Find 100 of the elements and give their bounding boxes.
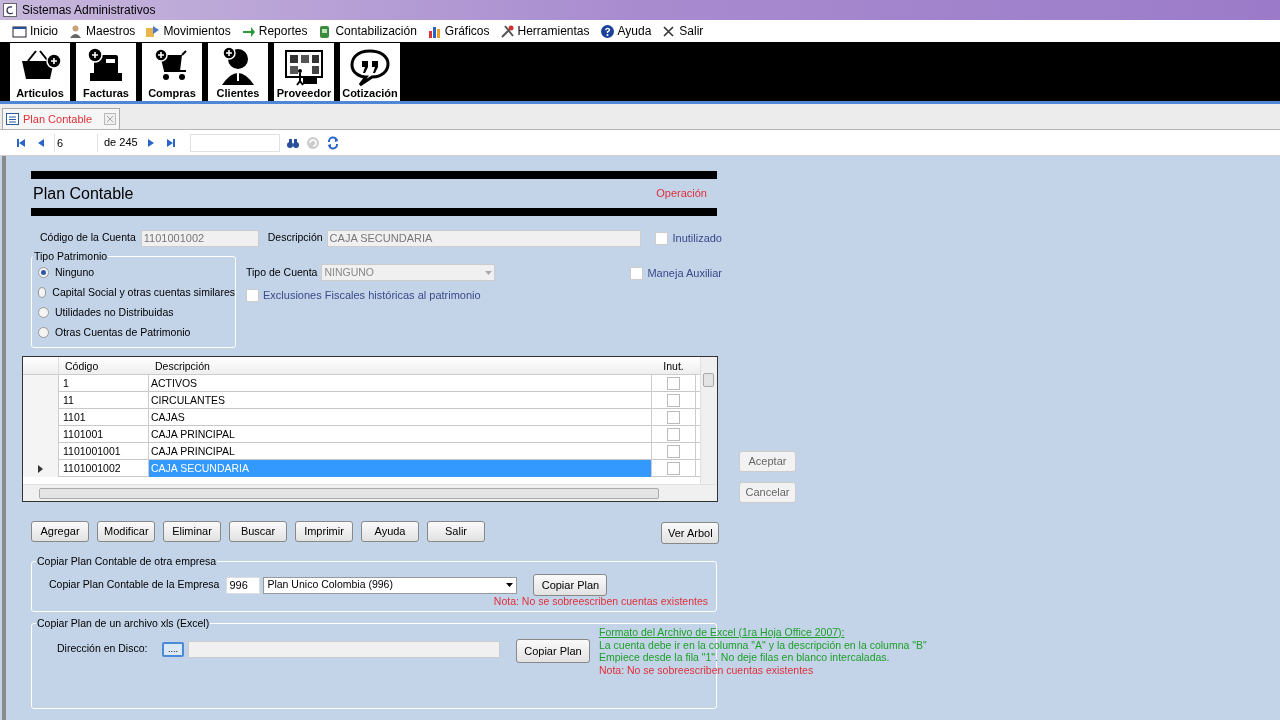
help-icon <box>599 23 615 39</box>
radio-label: Otras Cuentas de Patrimonio <box>55 324 191 340</box>
tab[interactable]: Plan Contable <box>2 108 121 129</box>
row-header[interactable] <box>23 460 59 477</box>
menu-item[interactable]: Maestros <box>68 22 136 40</box>
field-label: Copiar Plan Contable de la Empresa <box>49 577 220 593</box>
position-field[interactable]: 6 <box>54 133 98 152</box>
checkbox[interactable] <box>667 445 680 458</box>
person-icon <box>68 23 83 39</box>
menu-item[interactable]: Movimientos <box>145 22 231 40</box>
action-button[interactable]: Imprimir <box>295 520 353 542</box>
table-cell: 1101 <box>59 409 149 426</box>
radio-label: Ninguno <box>55 264 95 280</box>
column-header: Descripción <box>154 359 211 374</box>
note-text: Nota: No se sobreescriben cuentas existentes <box>493 594 708 610</box>
checkbox[interactable] <box>630 266 644 280</box>
radio-button[interactable] <box>38 327 49 338</box>
table-cell-text: ACTIVOS <box>150 376 199 391</box>
checkbox[interactable] <box>667 428 680 441</box>
action-button[interactable]: Modificar <box>97 520 155 542</box>
menu-item[interactable]: Ayuda <box>599 22 652 40</box>
checkbox[interactable] <box>655 231 669 245</box>
horizontal-scrollbar[interactable] <box>23 484 717 501</box>
action-button[interactable]: Agregar <box>31 520 89 542</box>
window-icon <box>12 23 27 39</box>
radio-button[interactable] <box>38 267 49 278</box>
checkbox-label: Exclusiones Fiscales históricas al patrimonio <box>263 288 481 303</box>
close-icon <box>661 23 677 39</box>
field-label: Descripción <box>267 230 323 246</box>
field-label: Código de la Cuenta <box>40 230 136 246</box>
table-cell-text: CAJA PRINCIPAL <box>150 444 236 459</box>
menu-item[interactable]: Herramientas <box>499 22 590 40</box>
group-title: Tipo Patrimonio <box>33 250 109 262</box>
toolbar-button[interactable]: Proveedor <box>274 42 334 101</box>
radio-label: Capital Social y otras cuentas similares <box>52 284 235 300</box>
menu-item[interactable]: Reportes <box>240 22 308 40</box>
tools-icon <box>499 23 515 39</box>
action-button[interactable]: Salir <box>427 520 485 542</box>
group-title: Copiar Plan de un archivo xls (Excel) <box>36 617 211 629</box>
field-label: Tipo de Cuenta <box>246 264 318 280</box>
copy-plan-button[interactable]: Copiar Plan <box>533 574 608 596</box>
copy-plan-button[interactable]: Copiar Plan <box>516 639 590 663</box>
format-text: Empiece desde la fila "1". No deje filas en blanco intercaladas. <box>599 651 891 664</box>
format-title: Formato del Archivo de Excel (1ra Hoja Office 2007): <box>599 626 846 639</box>
toolbar-button[interactable]: Articulos <box>10 42 70 101</box>
field-label: Dirección en Disco: <box>57 641 149 657</box>
table-cell-text: CIRCULANTES <box>150 393 227 408</box>
checkbox[interactable] <box>246 288 259 302</box>
plan-dropdown[interactable]: Plan Unico Colombia (996) <box>263 576 518 594</box>
table-cell-text: CAJA PRINCIPAL <box>150 427 236 442</box>
operation-label: Operación <box>656 186 707 202</box>
caret-icon <box>485 270 493 275</box>
menu-item[interactable]: Contabilización <box>317 22 417 40</box>
menu-item[interactable]: Gráficos <box>426 22 490 40</box>
row-pointer-icon <box>38 464 43 473</box>
action-button[interactable]: Eliminar <box>163 520 221 542</box>
toolbar-button[interactable]: Compras <box>142 42 202 101</box>
table-cell-text: CAJAS <box>150 410 186 425</box>
close-icon[interactable] <box>104 113 117 125</box>
radio-button[interactable] <box>38 287 47 298</box>
checkbox[interactable] <box>667 462 680 475</box>
column-header: Inut. <box>662 359 685 374</box>
side-button[interactable]: Cancelar <box>739 482 796 503</box>
file-path-field[interactable] <box>188 640 500 658</box>
record-count: de 245 <box>104 135 138 151</box>
checkbox[interactable] <box>667 377 680 390</box>
radio-button[interactable] <box>38 307 49 318</box>
search-field[interactable] <box>189 133 280 152</box>
company-code-field[interactable]: 996 <box>226 576 261 594</box>
toolbar-button[interactable]: Clientes <box>208 42 268 101</box>
menu-item[interactable]: Salir <box>661 22 704 40</box>
app-icon <box>3 3 17 17</box>
form-title: Plan Contable <box>32 183 134 204</box>
toolbar-button[interactable]: Cotización <box>340 42 400 101</box>
action-button[interactable]: Ayuda <box>361 520 419 542</box>
table-cell: 1101001 <box>59 426 149 443</box>
caret-icon <box>506 583 514 587</box>
action-button[interactable]: Buscar <box>229 520 287 542</box>
toolbar-button[interactable]: Facturas <box>76 42 136 101</box>
refresh-icon[interactable] <box>305 135 320 150</box>
side-button[interactable]: Aceptar <box>739 451 796 472</box>
checkbox[interactable] <box>667 411 680 424</box>
vertical-scrollbar[interactable] <box>700 357 717 485</box>
format-text: La cuenta debe ir en la columna "A" y la descripción en la columna "B" <box>599 638 927 651</box>
group-title: Copiar Plan Contable de otra empresa <box>36 555 218 567</box>
menu-item[interactable]: Inicio <box>12 22 58 40</box>
checkbox-label: Inutilizado <box>672 230 722 246</box>
table-cell: 11 <box>59 392 149 409</box>
browse-button[interactable]: .... <box>162 641 184 657</box>
tree-button[interactable]: Ver Arbol <box>661 522 719 544</box>
radio-label: Utilidades no Distribuidas <box>55 304 174 320</box>
checkbox-label: Maneja Auxiliar <box>647 266 722 281</box>
document-icon <box>6 113 19 125</box>
table-cell: CAJA SECUNDARIA <box>149 460 651 477</box>
note-text: Nota: No se sobreescriben cuentas existentes <box>599 663 815 676</box>
column-header: Código <box>64 359 100 374</box>
checkbox[interactable] <box>667 394 680 407</box>
reload-icon[interactable] <box>325 135 340 150</box>
window-title: Sistemas Administrativos <box>22 2 156 19</box>
table-cell: 1 <box>59 375 149 392</box>
